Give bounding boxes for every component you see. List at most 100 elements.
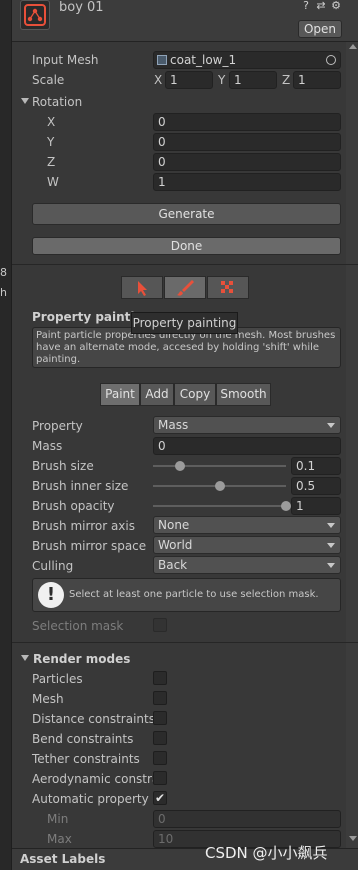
rotation-z-label: Z [47,155,56,169]
paint-tool-button[interactable] [164,276,206,299]
property-label: Property [32,419,83,433]
dropdown-arrow-icon [327,543,335,548]
dropdown-arrow-icon [327,423,335,428]
mass-label: Mass [32,439,63,453]
selection-mask-tool-button[interactable] [207,276,249,299]
asset-title: boy 01 [59,0,104,15]
rotation-x-field[interactable]: 0 [153,113,341,131]
scale-x-label: X [154,73,163,87]
brush-size-track[interactable] [153,465,286,467]
culling-value: Back [158,558,188,572]
render-mode-distance-label: Distance constraints [32,712,155,726]
render-mode-bend-label: Bend constraints [32,732,134,746]
brush-mirror-space-dropdown[interactable]: World [153,536,341,554]
preset-icon[interactable]: ⇄ [315,0,327,12]
brush-mirror-axis-value: None [158,518,190,532]
render-mode-bend-checkbox[interactable] [153,731,167,745]
scale-x-field[interactable]: 1 [165,71,213,89]
rotation-x-label: X [47,115,56,129]
input-mesh-value: coat_low_1 [170,53,237,67]
brush-size-field[interactable]: 0.1 [291,457,341,475]
rotation-foldout-icon[interactable] [21,98,29,104]
render-mode-tether-checkbox[interactable] [153,751,167,765]
brush-mirror-axis-dropdown[interactable]: None [153,516,341,534]
select-tool-button[interactable] [121,276,163,299]
render-mode-particles-label: Particles [32,672,83,686]
property-value: Mass [158,418,189,432]
help-icon[interactable]: ? [300,0,312,12]
watermark-text: CSDN @小小飙兵 [205,844,328,862]
settings-icon[interactable]: ⚙ [330,0,342,12]
render-mode-aerodynamic-label: Aerodynamic constra [32,772,160,786]
rotation-label[interactable]: Rotation [32,94,82,110]
section-divider [12,642,358,643]
scale-y-field[interactable]: 1 [229,71,277,89]
rotation-w-label: W [47,175,59,189]
brush-opacity-slider-thumb[interactable] [281,501,291,511]
culling-label: Culling [32,559,74,573]
max-label: Max [47,832,72,846]
render-mode-aerodynamic-checkbox[interactable] [153,771,167,785]
brush-inner-size-slider-thumb[interactable] [214,481,225,491]
tab-add[interactable]: Add [140,383,174,406]
blueprint-asset-icon [20,0,50,30]
automatic-property-range-checkbox[interactable]: ✔ [153,791,167,805]
automatic-property-range-label: Automatic property ra [32,792,165,806]
scale-y-label: Y [218,73,226,87]
brush-mirror-space-label: Brush mirror space [32,539,147,553]
render-mode-mesh-checkbox[interactable] [153,691,167,705]
vertical-scrollbar[interactable] [346,42,358,848]
selection-mask-checkbox[interactable] [153,618,167,632]
scale-z-field[interactable]: 1 [293,71,341,89]
selection-mask-label: Selection mask [32,619,124,633]
left-strip-text-b: h [0,286,7,299]
section-divider [12,264,358,265]
input-mesh-label: Input Mesh [32,53,99,67]
rotation-y-field[interactable]: 0 [153,133,341,151]
min-field[interactable]: 0 [153,810,341,828]
render-mode-distance-checkbox[interactable] [153,711,167,725]
culling-dropdown[interactable]: Back [153,556,341,574]
rotation-z-field[interactable]: 0 [153,153,341,171]
open-button[interactable]: Open [298,20,342,38]
scale-label: Scale [32,73,65,87]
checker-icon [221,281,233,293]
object-picker-icon[interactable] [326,55,336,65]
brush-inner-size-field[interactable]: 0.5 [291,477,341,495]
render-mode-mesh-label: Mesh [32,692,64,706]
input-mesh-field[interactable]: coat_low_1 [153,51,341,69]
property-dropdown[interactable]: Mass [153,416,341,434]
tab-paint[interactable]: Paint [100,383,140,406]
render-modes-heading[interactable]: Render modes [33,651,130,667]
asset-labels-title: Asset Labels [20,852,106,866]
selection-mask-info-box: ! Select at least one particle to use se… [32,578,341,612]
generate-button[interactable]: Generate [32,203,341,225]
brush-opacity-track[interactable] [153,505,286,507]
rotation-y-label: Y [47,135,55,149]
brush-mirror-space-value: World [158,538,193,552]
scale-z-label: Z [282,73,291,87]
left-strip-text-a: 8 [0,266,7,279]
mesh-icon [157,55,167,65]
cursor-icon [138,281,147,296]
scroll-down-icon[interactable] [349,836,357,841]
min-label: Min [47,812,69,826]
brush-size-label: Brush size [32,459,94,473]
scroll-up-icon[interactable] [349,44,357,49]
tab-smooth[interactable]: Smooth [216,383,271,406]
render-mode-tether-label: Tether constraints [32,752,140,766]
brush-opacity-field[interactable]: 1 [291,497,341,515]
brush-size-slider-thumb[interactable] [174,461,185,471]
brush-icon [177,280,194,296]
rotation-w-field[interactable]: 1 [153,173,341,191]
done-button[interactable]: Done [32,237,341,255]
selection-mask-info-text: Select at least one particle to use sele… [69,589,319,600]
brush-opacity-label: Brush opacity [32,499,115,513]
left-panel-strip [0,0,12,870]
dropdown-arrow-icon [327,563,335,568]
brush-mirror-axis-label: Brush mirror axis [32,519,135,533]
render-modes-foldout-icon[interactable] [21,655,29,661]
tab-copy[interactable]: Copy [174,383,216,406]
mass-field[interactable]: 0 [153,437,341,455]
render-mode-particles-checkbox[interactable] [153,671,167,685]
